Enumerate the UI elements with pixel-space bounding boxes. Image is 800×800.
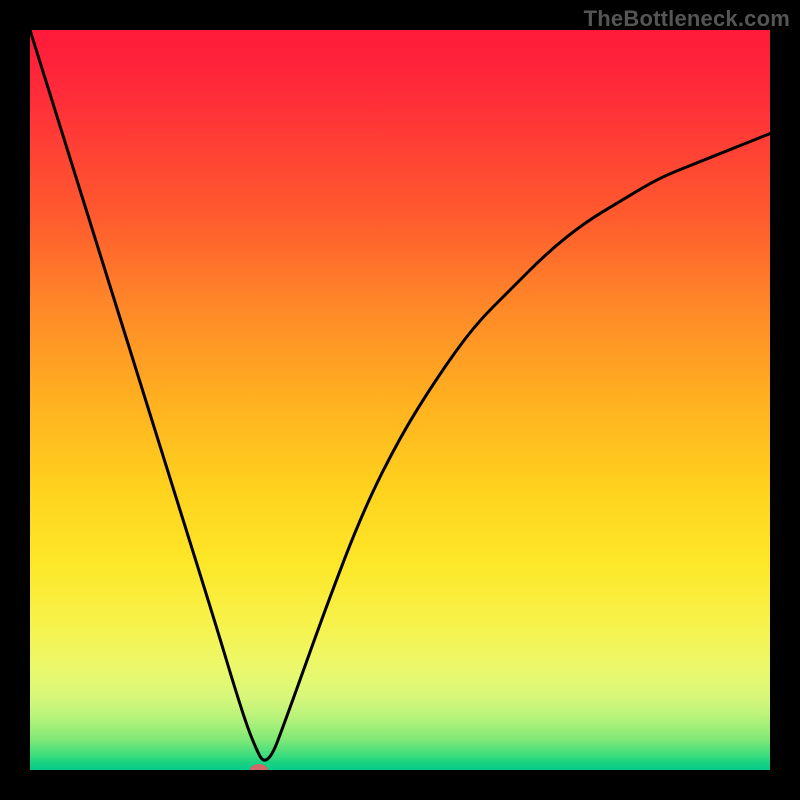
- curve-path: [30, 30, 770, 760]
- minimum-marker: [250, 764, 268, 770]
- plot-area: [30, 30, 770, 770]
- outer-frame: TheBottleneck.com: [0, 0, 800, 800]
- curve-svg: [30, 30, 770, 770]
- watermark-text: TheBottleneck.com: [584, 6, 790, 32]
